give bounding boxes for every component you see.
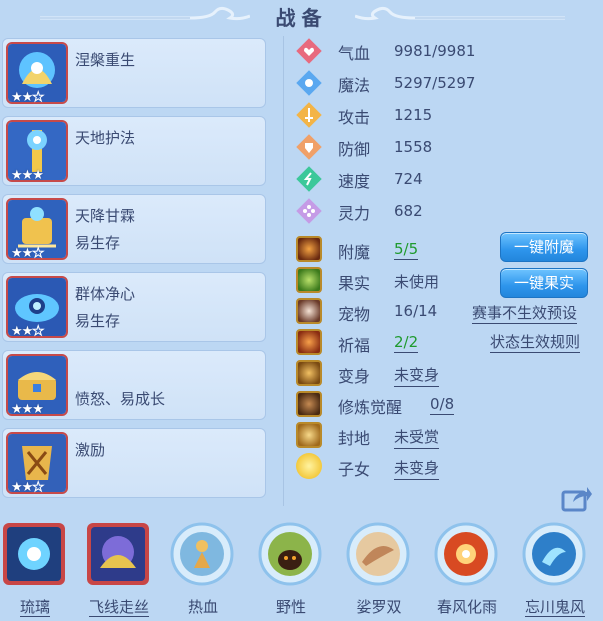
enchant-all-button[interactable]: 一键附魔 xyxy=(500,232,588,262)
bless-icon xyxy=(296,329,322,355)
shield-icon xyxy=(296,134,322,160)
heart-icon xyxy=(296,38,322,64)
transform-icon xyxy=(296,360,322,386)
yexing-icon xyxy=(258,522,322,586)
bottom-item-suoluoshuang[interactable]: 娑罗双 xyxy=(344,516,414,621)
bottom-item-liuli[interactable]: 琉璃 xyxy=(0,516,70,621)
stat-mp: 魔法 5297/5297 xyxy=(296,70,596,96)
suoluoshuang-icon xyxy=(346,522,410,586)
bottom-item-label: 琉璃 xyxy=(19,598,50,617)
fruit-icon xyxy=(296,267,322,293)
skill-card-6[interactable]: 激励 ★★★ xyxy=(2,428,266,498)
bottom-item-label: 野性 xyxy=(275,598,306,616)
rules-link[interactable]: 状态生效规则 xyxy=(490,331,581,353)
sword-icon xyxy=(296,102,322,128)
stat-speed: 速度 724 xyxy=(296,166,596,192)
skill-card-1[interactable]: 涅槃重生 ★★★ xyxy=(2,38,266,108)
mana-icon xyxy=(296,70,322,96)
chunfeng-icon xyxy=(434,522,498,586)
wangchuan-icon xyxy=(522,522,586,586)
stat-spirit: 灵力 682 xyxy=(296,198,596,224)
skill-name: 天降甘霖 xyxy=(75,207,136,225)
spirit-icon xyxy=(296,198,322,224)
liuli-icon xyxy=(3,523,65,585)
skill-desc: 愤怒、易成长 xyxy=(75,390,166,408)
stat-hp: 气血 9981/9981 xyxy=(296,38,596,64)
skill-desc: 易生存 xyxy=(75,312,121,330)
skill-card-3[interactable]: 天降甘霖 易生存 ★★★ xyxy=(2,194,266,264)
awaken-icon xyxy=(296,391,322,417)
skill-card-4[interactable]: 群体净心 易生存 ★★★ xyxy=(2,272,266,342)
attr-awaken[interactable]: 修炼觉醒 0/8 xyxy=(296,391,596,419)
skill-name: 天地护法 xyxy=(75,129,136,147)
skill-card-5[interactable]: 愤怒、易成长 ★★★ xyxy=(2,350,266,420)
stat-attack: 攻击 1215 xyxy=(296,102,596,128)
rexue-icon xyxy=(170,522,234,586)
share-icon[interactable] xyxy=(561,484,593,512)
skill-card-2[interactable]: 天地护法 ★★★ xyxy=(2,116,266,186)
enchant-icon xyxy=(296,236,322,262)
bottom-item-yexing[interactable]: 野性 xyxy=(256,516,326,621)
skill-stars: ★★★ xyxy=(11,168,44,183)
speed-icon xyxy=(296,166,322,192)
bottom-item-rexue[interactable]: 热血 xyxy=(168,516,238,621)
skill-name: 激励 xyxy=(75,441,106,459)
skill-name: 群体净心 xyxy=(75,285,136,303)
attr-transform[interactable]: 变身 未变身 xyxy=(296,360,596,388)
title-ornament-right-icon xyxy=(355,6,565,21)
title-bar: 战备 xyxy=(0,0,603,32)
bottom-item-wangchuan[interactable]: 忘川鬼风 xyxy=(520,516,590,621)
stat-defense: 防御 1558 xyxy=(296,134,596,160)
pet-icon xyxy=(296,298,322,324)
skill-stars: ★★★ xyxy=(11,324,44,340)
skill-stars: ★★★ xyxy=(11,90,44,106)
skill-desc: 易生存 xyxy=(75,234,121,252)
child-icon xyxy=(296,453,322,479)
skill-stars: ★★★ xyxy=(11,480,44,496)
preset-link[interactable]: 赛事不生效预设 xyxy=(472,302,578,324)
skill-stars: ★★★ xyxy=(11,246,44,262)
bottom-item-chunfeng[interactable]: 春风化雨 xyxy=(432,516,502,621)
bottom-item-feixian[interactable]: 飞线走丝 xyxy=(84,516,154,621)
bottom-item-label: 热血 xyxy=(187,598,218,616)
skill-name: 涅槃重生 xyxy=(75,51,136,69)
attr-fief[interactable]: 封地 未受赏 xyxy=(296,422,596,450)
skill-stars: ★★★ xyxy=(11,402,44,417)
bottom-item-label: 春风化雨 xyxy=(436,598,497,616)
bottom-item-label: 娑罗双 xyxy=(356,598,402,616)
bottom-item-label: 忘川鬼风 xyxy=(524,598,585,617)
attr-child[interactable]: 子女 未变身 xyxy=(296,453,596,481)
bottom-item-label: 飞线走丝 xyxy=(88,598,149,617)
fruit-all-button[interactable]: 一键果实 xyxy=(500,268,588,298)
fief-icon xyxy=(296,422,322,448)
feixian-icon xyxy=(87,523,149,585)
panel-divider xyxy=(283,36,284,506)
bottom-bar: 琉璃 飞线走丝 热血 野性 娑罗双 春风化雨 忘川鬼风 xyxy=(0,516,603,621)
